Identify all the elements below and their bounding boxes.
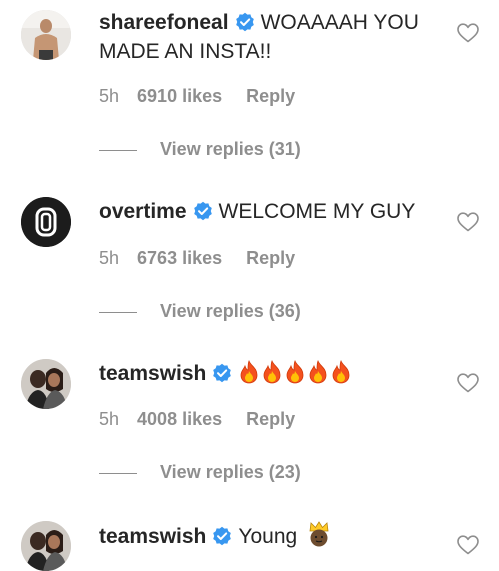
replies-divider xyxy=(99,311,137,313)
verified-badge-icon xyxy=(193,201,213,221)
replies-divider xyxy=(99,149,137,151)
comment-item: teamswish Young xyxy=(0,500,499,571)
avatar-teamswish[interactable] xyxy=(21,521,71,571)
comment-likes[interactable]: 6910 likes xyxy=(137,86,222,106)
avatar-overtime[interactable] xyxy=(21,197,71,247)
avatar-teamswish[interactable] xyxy=(21,359,71,409)
replies-divider xyxy=(99,472,137,474)
view-replies-label: View replies (31) xyxy=(160,139,301,159)
reply-button[interactable]: Reply xyxy=(246,86,295,106)
comment-username[interactable]: shareefoneal xyxy=(99,11,229,34)
view-replies-label: View replies (36) xyxy=(160,301,301,321)
comment-meta: 5h 6763 likes Reply xyxy=(99,248,295,269)
comment-item: teamswish 5h 4008 likes Reply View replies… xyxy=(0,337,499,500)
fire-emoji xyxy=(309,360,327,384)
comment-time: 5h xyxy=(99,248,120,268)
like-heart-icon[interactable] xyxy=(457,373,479,393)
like-heart-icon[interactable] xyxy=(457,212,479,232)
verified-badge-icon xyxy=(212,526,232,546)
comment-text: overtime WELCOME MY GUY xyxy=(99,197,439,226)
fire-emoji xyxy=(286,360,304,384)
view-replies-button[interactable]: View replies (31) xyxy=(99,139,301,160)
like-heart-icon[interactable] xyxy=(457,23,479,43)
comment-meta: 5h 4008 likes Reply xyxy=(99,409,295,430)
reply-button[interactable]: Reply xyxy=(246,409,295,429)
comment-body: Young xyxy=(238,525,298,548)
comment-username[interactable]: teamswish xyxy=(99,362,206,385)
comment-item: overtime WELCOME MY GUY 5h 6763 likes Reply… xyxy=(0,175,499,337)
comment-item: shareefoneal WOAAAAH YOU MADE AN INSTA!! … xyxy=(0,0,499,175)
comment-body: WELCOME MY GUY xyxy=(218,200,416,223)
comment-time: 5h xyxy=(99,409,120,429)
verified-badge-icon xyxy=(235,12,255,32)
comment-text: teamswish Young xyxy=(99,521,439,555)
comment-text: shareefoneal WOAAAAH YOU MADE AN INSTA!! xyxy=(99,8,439,66)
comment-time: 5h xyxy=(99,86,120,106)
fire-emoji xyxy=(263,360,281,384)
view-replies-button[interactable]: View replies (23) xyxy=(99,462,301,483)
fire-emoji xyxy=(240,360,258,384)
avatar-shareefoneal[interactable] xyxy=(21,10,71,60)
comment-username[interactable]: teamswish xyxy=(99,525,206,548)
like-heart-icon[interactable] xyxy=(457,535,479,555)
view-replies-label: View replies (23) xyxy=(160,462,301,482)
view-replies-button[interactable]: View replies (36) xyxy=(99,301,301,322)
comment-likes[interactable]: 6763 likes xyxy=(137,248,222,268)
fire-emoji-row xyxy=(238,360,353,392)
comment-username[interactable]: overtime xyxy=(99,200,187,223)
reply-button[interactable]: Reply xyxy=(246,248,295,268)
verified-badge-icon xyxy=(212,363,232,383)
comment-text: teamswish xyxy=(99,359,439,392)
crowned-face-emoji xyxy=(307,521,332,555)
comment-likes[interactable]: 4008 likes xyxy=(137,409,222,429)
comment-meta: 5h 6910 likes Reply xyxy=(99,86,295,107)
fire-emoji xyxy=(332,360,350,384)
